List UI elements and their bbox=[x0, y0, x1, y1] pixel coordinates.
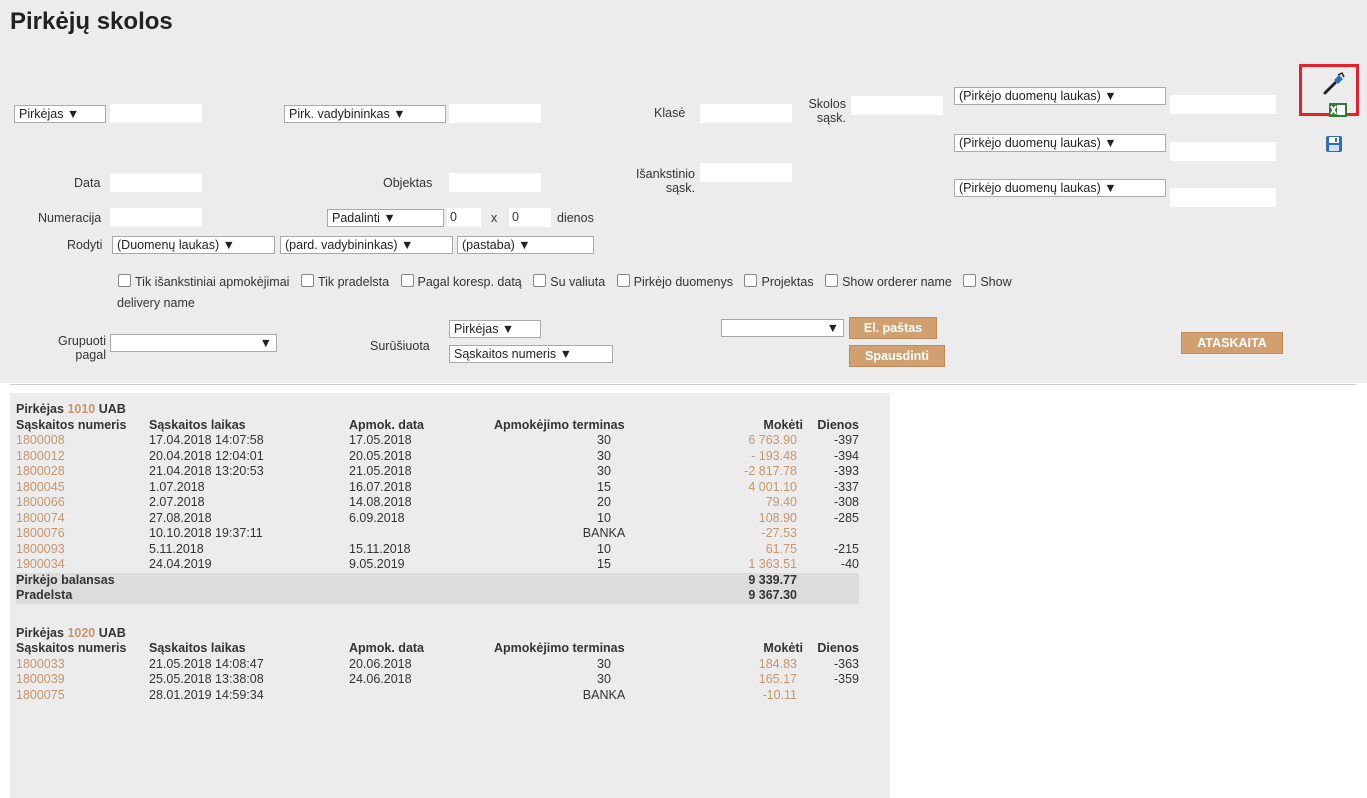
checkbox-show-orderer-name[interactable]: Show orderer name bbox=[817, 274, 952, 289]
object-label: Objektas bbox=[383, 176, 433, 190]
customer-data-field-select-1[interactable]: (Pirkėjo duomenų laukas) ▼ bbox=[954, 87, 1166, 105]
customer-select[interactable]: Pirkėjas ▼ bbox=[14, 105, 106, 123]
show-manager-select[interactable]: (pard. vadybininkas) ▼ bbox=[280, 236, 453, 254]
group-by-label: Grupuoti pagal bbox=[58, 334, 106, 362]
table-row: 1800039 25.05.2018 13:38:08 24.06.2018 3… bbox=[16, 672, 859, 688]
checkbox-with-currency[interactable]: Su valiuta bbox=[525, 274, 605, 289]
save-disk-icon[interactable] bbox=[1325, 135, 1343, 156]
customer-data-field-select-2[interactable]: (Pirkėjo duomenų laukas) ▼ bbox=[954, 134, 1166, 152]
print-button[interactable]: Spausdinti bbox=[849, 345, 945, 367]
object-input[interactable] bbox=[449, 173, 541, 192]
manager-input[interactable] bbox=[449, 104, 541, 123]
table-row: 1800076 10.10.2018 19:37:11 BANKA -27.53 bbox=[16, 526, 797, 542]
sort-select-secondary[interactable]: Sąskaitos numeris ▼ bbox=[449, 345, 613, 363]
customer-code-link[interactable]: 1020 bbox=[67, 626, 95, 640]
invoice-link[interactable]: 1800028 bbox=[16, 464, 149, 480]
checkbox-row: Tik išankstiniai apmokėjimai Tik pradels… bbox=[110, 274, 1012, 289]
column-headers: Sąskaitos numeris Sąskaitos laikas Apmok… bbox=[16, 641, 859, 655]
date-label: Data bbox=[74, 176, 101, 190]
days-label: dienos bbox=[557, 211, 594, 225]
table-row: 1800033 21.05.2018 14:08:47 20.06.2018 3… bbox=[16, 656, 859, 673]
table-row: 1800093 5.11.2018 15.11.2018 10 61.75 -2… bbox=[16, 541, 859, 558]
table-row: 1800045 1.07.2018 16.07.2018 15 4 001.10… bbox=[16, 479, 859, 496]
table-row: 1800012 20.04.2018 12:04:01 20.05.2018 3… bbox=[16, 448, 859, 465]
show-label: Rodyti bbox=[67, 238, 103, 252]
report-button[interactable]: ATASKAITA bbox=[1181, 332, 1283, 354]
invoice-link[interactable]: 1800076 bbox=[16, 526, 149, 542]
invoice-link[interactable]: 1900034 bbox=[16, 557, 149, 573]
table-row: 1900034 24.04.2019 9.05.2019 15 1 363.51… bbox=[16, 557, 859, 573]
prepay-invoice-input[interactable] bbox=[700, 163, 792, 182]
table-row: 1800028 21.04.2018 13:20:53 21.05.2018 3… bbox=[16, 464, 859, 480]
excel-export-icon[interactable] bbox=[1327, 102, 1349, 121]
invoice-link[interactable]: 1800066 bbox=[16, 495, 149, 511]
class-input[interactable] bbox=[700, 104, 792, 123]
invoice-link[interactable]: 1800075 bbox=[16, 688, 149, 704]
table-row: 1800075 28.01.2019 14:59:34 BANKA -10.11 bbox=[16, 687, 797, 704]
split-select[interactable]: Padalinti ▼ bbox=[327, 209, 444, 227]
checkbox-wrap-label: delivery name bbox=[117, 296, 195, 310]
customer-group-header: Pirkėjas 1010 UAB bbox=[16, 402, 126, 416]
split-value-b-input[interactable]: 0 bbox=[509, 208, 551, 227]
customer-input[interactable] bbox=[110, 104, 202, 123]
section-divider bbox=[10, 384, 1356, 385]
invoice-link[interactable]: 1800039 bbox=[16, 672, 149, 688]
show-note-select[interactable]: (pastaba) ▼ bbox=[457, 236, 594, 254]
customer-data-field-input-2[interactable] bbox=[1170, 142, 1276, 161]
class-label: Klasė bbox=[654, 106, 686, 120]
group-by-select[interactable]: ▼ bbox=[110, 334, 277, 352]
customer-data-field-select-3[interactable]: (Pirkėjo duomenų laukas) ▼ bbox=[954, 179, 1166, 197]
customer-code-link[interactable]: 1010 bbox=[67, 402, 95, 416]
checkbox-prepayments-only[interactable]: Tik išankstiniai apmokėjimai bbox=[110, 274, 289, 289]
sorted-label: Surūšiuota bbox=[370, 339, 430, 353]
prepay-invoice-label: Išankstinio sąsk. bbox=[635, 167, 695, 195]
split-x-label: x bbox=[491, 211, 498, 225]
column-headers: Sąskaitos numeris Sąskaitos laikas Apmok… bbox=[16, 417, 859, 432]
customer-group-header: Pirkėjas 1020 UAB bbox=[16, 625, 126, 640]
debt-invoice-input[interactable] bbox=[851, 96, 943, 115]
report-area: Pirkėjas 1010 UAB Sąskaitos numeris Sąsk… bbox=[10, 393, 890, 798]
overdue-row: Pradelsta 9 367.30 bbox=[16, 588, 859, 604]
customer-data-field-input-1[interactable] bbox=[1170, 95, 1276, 114]
invoice-link[interactable]: 1800074 bbox=[16, 511, 149, 527]
settings-wrench-icon[interactable] bbox=[1322, 71, 1346, 100]
numbering-input[interactable] bbox=[110, 208, 202, 227]
invoice-link[interactable]: 1800012 bbox=[16, 449, 149, 465]
invoice-link[interactable]: 1800033 bbox=[16, 657, 149, 673]
report-table: Pirkėjas 1010 UAB Sąskaitos numeris Sąsk… bbox=[16, 402, 859, 703]
show-data-field-select[interactable]: (Duomenų laukas) ▼ bbox=[112, 236, 275, 254]
manager-select[interactable]: Pirk. vadybininkas ▼ bbox=[284, 105, 446, 123]
invoice-link[interactable]: 1800045 bbox=[16, 480, 149, 496]
checkbox-overdue-only[interactable]: Tik pradelsta bbox=[293, 274, 389, 289]
page-title: Pirkėjų skolos bbox=[10, 8, 173, 35]
email-template-select[interactable]: ▼ bbox=[721, 319, 844, 337]
sort-select-primary[interactable]: Pirkėjas ▼ bbox=[449, 320, 541, 338]
invoice-link[interactable]: 1800008 bbox=[16, 433, 149, 449]
checkbox-show-delivery-name[interactable]: Show bbox=[955, 274, 1012, 289]
table-row: 1800074 27.08.2018 6.09.2018 10 108.90 -… bbox=[16, 510, 859, 527]
split-value-a-input[interactable]: 0 bbox=[447, 208, 481, 227]
numbering-label: Numeracija bbox=[38, 211, 102, 225]
table-row: 1800066 2.07.2018 14.08.2018 20 79.40 -3… bbox=[16, 495, 859, 511]
email-button[interactable]: El. paštas bbox=[849, 317, 937, 339]
checkbox-customer-data[interactable]: Pirkėjo duomenys bbox=[609, 274, 733, 289]
date-input[interactable] bbox=[110, 173, 202, 192]
debt-invoice-label: Skolos sąsk. bbox=[808, 97, 846, 125]
customer-data-field-input-3[interactable] bbox=[1170, 188, 1276, 207]
table-row: 1800008 17.04.2018 14:07:58 17.05.2018 3… bbox=[16, 433, 859, 449]
checkbox-project[interactable]: Projektas bbox=[736, 274, 814, 289]
checkbox-by-corresp-date[interactable]: Pagal koresp. datą bbox=[393, 274, 522, 289]
invoice-link[interactable]: 1800093 bbox=[16, 542, 149, 558]
balance-row: Pirkėjo balansas 9 339.77 bbox=[16, 572, 859, 588]
